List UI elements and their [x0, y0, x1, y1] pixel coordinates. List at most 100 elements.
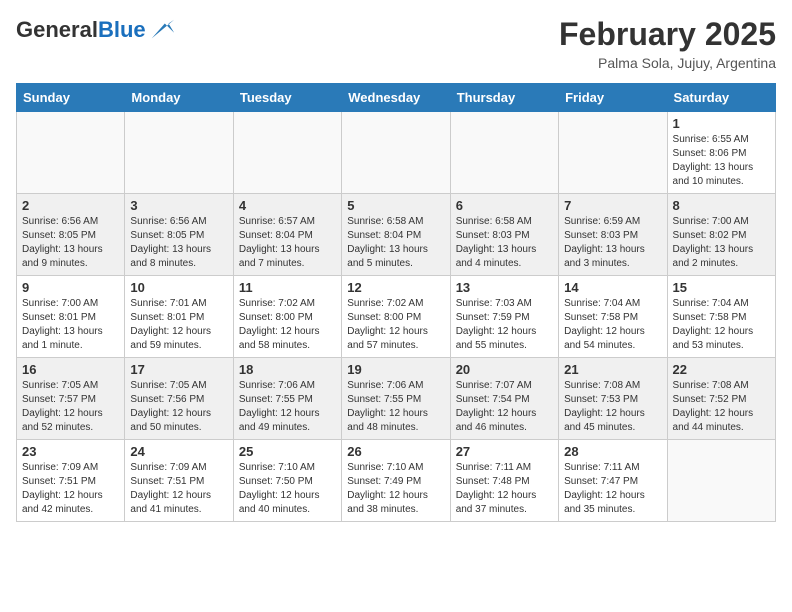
day-number: 21: [564, 362, 661, 377]
day-info: Sunrise: 7:01 AMSunset: 8:01 PMDaylight:…: [130, 297, 227, 353]
day-info: Sunrise: 6:58 AMSunset: 8:04 PMDaylight:…: [347, 215, 444, 271]
day-info: Sunrise: 6:56 AMSunset: 8:05 PMDaylight:…: [130, 215, 227, 271]
day-info: Sunrise: 7:11 AMSunset: 7:47 PMDaylight:…: [564, 461, 661, 517]
week-row-0: 1 Sunrise: 6:55 AMSunset: 8:06 PMDaylight…: [17, 112, 776, 194]
day-cell: 6 Sunrise: 6:58 AMSunset: 8:03 PMDaylight…: [450, 194, 558, 276]
logo-general-text: GeneralBlue: [16, 18, 146, 42]
day-number: 19: [347, 362, 444, 377]
day-cell: 4 Sunrise: 6:57 AMSunset: 8:04 PMDaylight…: [233, 194, 341, 276]
day-cell: 14 Sunrise: 7:04 AMSunset: 7:58 PMDayligh…: [559, 276, 667, 358]
day-cell: 20 Sunrise: 7:07 AMSunset: 7:54 PMDayligh…: [450, 358, 558, 440]
day-cell: 1 Sunrise: 6:55 AMSunset: 8:06 PMDaylight…: [667, 112, 775, 194]
day-cell: 3 Sunrise: 6:56 AMSunset: 8:05 PMDaylight…: [125, 194, 233, 276]
day-cell: 28 Sunrise: 7:11 AMSunset: 7:47 PMDayligh…: [559, 440, 667, 522]
day-cell: 27 Sunrise: 7:11 AMSunset: 7:48 PMDayligh…: [450, 440, 558, 522]
day-cell: [342, 112, 450, 194]
day-cell: 10 Sunrise: 7:01 AMSunset: 8:01 PMDayligh…: [125, 276, 233, 358]
day-info: Sunrise: 7:00 AMSunset: 8:01 PMDaylight:…: [22, 297, 119, 353]
day-cell: 2 Sunrise: 6:56 AMSunset: 8:05 PMDaylight…: [17, 194, 125, 276]
week-row-4: 23 Sunrise: 7:09 AMSunset: 7:51 PMDayligh…: [17, 440, 776, 522]
day-number: 4: [239, 198, 336, 213]
day-cell: 16 Sunrise: 7:05 AMSunset: 7:57 PMDayligh…: [17, 358, 125, 440]
day-cell: 19 Sunrise: 7:06 AMSunset: 7:55 PMDayligh…: [342, 358, 450, 440]
weekday-header-row: SundayMondayTuesdayWednesdayThursdayFrid…: [17, 84, 776, 112]
day-cell: 12 Sunrise: 7:02 AMSunset: 8:00 PMDayligh…: [342, 276, 450, 358]
day-number: 20: [456, 362, 553, 377]
day-number: 27: [456, 444, 553, 459]
day-number: 3: [130, 198, 227, 213]
weekday-tuesday: Tuesday: [233, 84, 341, 112]
day-cell: 9Sunrise: 7:00 AMSunset: 8:01 PMDaylight…: [17, 276, 125, 358]
day-info: Sunrise: 7:02 AMSunset: 8:00 PMDaylight:…: [347, 297, 444, 353]
weekday-saturday: Saturday: [667, 84, 775, 112]
day-cell: 18 Sunrise: 7:06 AMSunset: 7:55 PMDayligh…: [233, 358, 341, 440]
day-number: 13: [456, 280, 553, 295]
day-cell: [559, 112, 667, 194]
day-info: Sunrise: 6:57 AMSunset: 8:04 PMDaylight:…: [239, 215, 336, 271]
day-number: 17: [130, 362, 227, 377]
day-cell: [233, 112, 341, 194]
day-info: Sunrise: 7:08 AMSunset: 7:53 PMDaylight:…: [564, 379, 661, 435]
header: GeneralBlue February 2025 Palma Sola, Ju…: [16, 16, 776, 71]
day-info: Sunrise: 7:05 AMSunset: 7:57 PMDaylight:…: [22, 379, 119, 435]
day-number: 2: [22, 198, 119, 213]
day-info: Sunrise: 7:07 AMSunset: 7:54 PMDaylight:…: [456, 379, 553, 435]
day-info: Sunrise: 6:59 AMSunset: 8:03 PMDaylight:…: [564, 215, 661, 271]
day-cell: 22 Sunrise: 7:08 AMSunset: 7:52 PMDayligh…: [667, 358, 775, 440]
day-info: Sunrise: 7:05 AMSunset: 7:56 PMDaylight:…: [130, 379, 227, 435]
day-cell: [17, 112, 125, 194]
day-number: 1: [673, 116, 770, 131]
day-number: 22: [673, 362, 770, 377]
day-number: 8: [673, 198, 770, 213]
day-number: 24: [130, 444, 227, 459]
weekday-thursday: Thursday: [450, 84, 558, 112]
day-number: 10: [130, 280, 227, 295]
day-number: 26: [347, 444, 444, 459]
day-number: 11: [239, 280, 336, 295]
day-number: 28: [564, 444, 661, 459]
day-number: 14: [564, 280, 661, 295]
day-info: Sunrise: 7:06 AMSunset: 7:55 PMDaylight:…: [347, 379, 444, 435]
week-row-3: 16 Sunrise: 7:05 AMSunset: 7:57 PMDayligh…: [17, 358, 776, 440]
day-cell: 7 Sunrise: 6:59 AMSunset: 8:03 PMDaylight…: [559, 194, 667, 276]
day-number: 23: [22, 444, 119, 459]
weekday-monday: Monday: [125, 84, 233, 112]
day-info: Sunrise: 6:58 AMSunset: 8:03 PMDaylight:…: [456, 215, 553, 271]
logo-icon: [148, 16, 176, 44]
weekday-friday: Friday: [559, 84, 667, 112]
day-number: 18: [239, 362, 336, 377]
week-row-2: 9Sunrise: 7:00 AMSunset: 8:01 PMDaylight…: [17, 276, 776, 358]
day-cell: 5Sunrise: 6:58 AMSunset: 8:04 PMDaylight…: [342, 194, 450, 276]
day-cell: 21 Sunrise: 7:08 AMSunset: 7:53 PMDayligh…: [559, 358, 667, 440]
day-info: Sunrise: 7:09 AMSunset: 7:51 PMDaylight:…: [22, 461, 119, 517]
day-number: 12: [347, 280, 444, 295]
day-cell: 26Sunrise: 7:10 AMSunset: 7:49 PMDayligh…: [342, 440, 450, 522]
day-info: Sunrise: 7:02 AMSunset: 8:00 PMDaylight:…: [239, 297, 336, 353]
day-info: Sunrise: 7:09 AMSunset: 7:51 PMDaylight:…: [130, 461, 227, 517]
day-cell: 15Sunrise: 7:04 AMSunset: 7:58 PMDayligh…: [667, 276, 775, 358]
day-cell: 25Sunrise: 7:10 AMSunset: 7:50 PMDayligh…: [233, 440, 341, 522]
location: Palma Sola, Jujuy, Argentina: [559, 55, 776, 71]
weekday-sunday: Sunday: [17, 84, 125, 112]
day-number: 7: [564, 198, 661, 213]
day-cell: 17 Sunrise: 7:05 AMSunset: 7:56 PMDayligh…: [125, 358, 233, 440]
day-cell: 24 Sunrise: 7:09 AMSunset: 7:51 PMDayligh…: [125, 440, 233, 522]
day-cell: 13 Sunrise: 7:03 AMSunset: 7:59 PMDayligh…: [450, 276, 558, 358]
day-number: 16: [22, 362, 119, 377]
weekday-wednesday: Wednesday: [342, 84, 450, 112]
day-info: Sunrise: 7:08 AMSunset: 7:52 PMDaylight:…: [673, 379, 770, 435]
day-info: Sunrise: 6:55 AMSunset: 8:06 PMDaylight:…: [673, 133, 770, 189]
day-info: Sunrise: 6:56 AMSunset: 8:05 PMDaylight:…: [22, 215, 119, 271]
day-cell: [450, 112, 558, 194]
day-number: 6: [456, 198, 553, 213]
day-info: Sunrise: 7:04 AMSunset: 7:58 PMDaylight:…: [673, 297, 770, 353]
day-cell: 11 Sunrise: 7:02 AMSunset: 8:00 PMDayligh…: [233, 276, 341, 358]
page: GeneralBlue February 2025 Palma Sola, Ju…: [0, 0, 792, 538]
logo: GeneralBlue: [16, 16, 176, 44]
week-row-1: 2 Sunrise: 6:56 AMSunset: 8:05 PMDaylight…: [17, 194, 776, 276]
day-info: Sunrise: 7:00 AMSunset: 8:02 PMDaylight:…: [673, 215, 770, 271]
day-info: Sunrise: 7:11 AMSunset: 7:48 PMDaylight:…: [456, 461, 553, 517]
day-info: Sunrise: 7:06 AMSunset: 7:55 PMDaylight:…: [239, 379, 336, 435]
day-info: Sunrise: 7:04 AMSunset: 7:58 PMDaylight:…: [564, 297, 661, 353]
day-info: Sunrise: 7:03 AMSunset: 7:59 PMDaylight:…: [456, 297, 553, 353]
